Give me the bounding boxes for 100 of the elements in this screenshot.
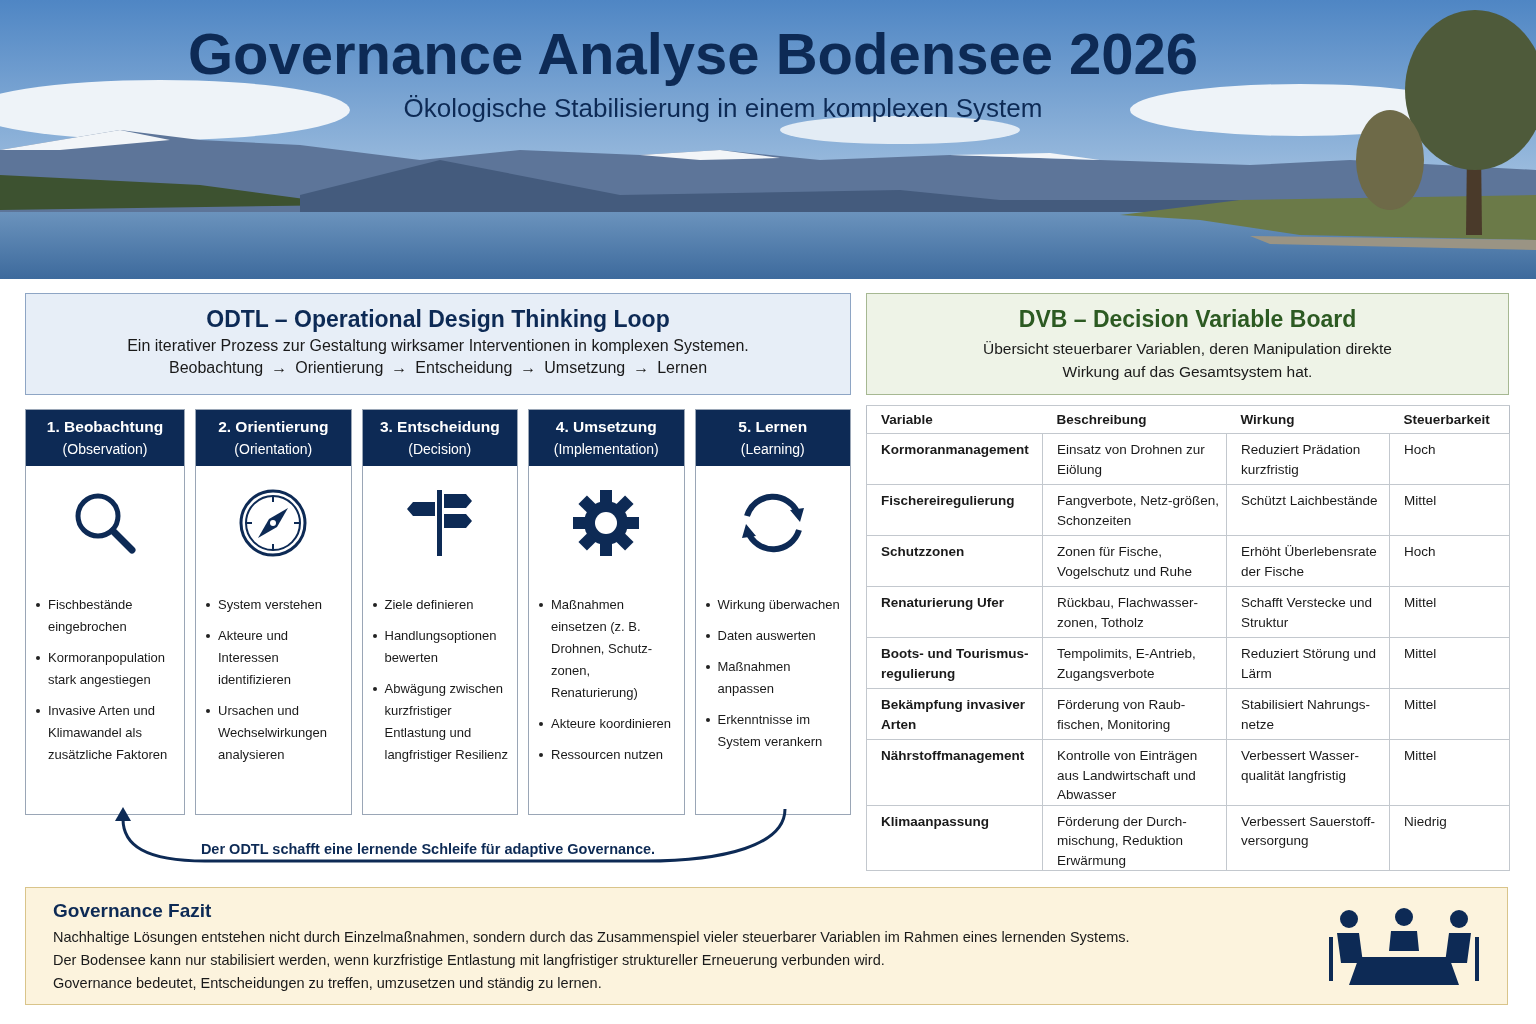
bullet-text: Handlungsoptionen bewerten <box>384 627 498 667</box>
table-cell: Tempolimits, E-Antrieb, Zugangsverbote <box>1042 637 1227 689</box>
bullet-icon <box>36 603 40 607</box>
flow-step-label: Lernen <box>657 359 708 377</box>
flow-step-label: → <box>520 359 537 377</box>
table-cell: Verbessert Wasser-qualität langfristig <box>1226 739 1390 805</box>
bullet-icon <box>36 656 40 660</box>
bullet-icon <box>539 753 543 757</box>
bullet-text: Maßnahmen anpassen <box>717 658 792 698</box>
bullet-icon <box>705 634 710 638</box>
section-description: Ein iterativer Prozess zur Gestaltung wirksamer Interventionen in komplexen Systemen. <box>127 337 749 355</box>
bullet-icon <box>206 603 210 607</box>
table-cell: Klimaanpassung <box>866 805 1043 871</box>
table-cell: Schafft Verstecke und Struktur <box>1226 586 1390 638</box>
flow-step-label: → <box>271 359 288 377</box>
summary-text: Nachhaltige Lösungen entstehen nicht durch Einzelmaßnahmen, sondern durch das Zusammenspiel vieler steuerbarer Variablen im Rahmen eines lernenden Systems. <box>53 927 1131 947</box>
section-title: DVB – Decision Variable Board <box>1018 306 1357 333</box>
loop-caption: Der ODTL schafft eine lernende Schleife für adaptive Governance. <box>200 841 656 857</box>
table-cell: Reduziert Störung und Lärm <box>1226 637 1390 689</box>
gear-icon <box>571 488 642 558</box>
step-title: 2. Orientierung <box>218 417 329 437</box>
table-cell: Renaturierung Ufer <box>866 586 1043 638</box>
table-cell: Förderung der Durch-mischung, Reduktion Erwärmung <box>1042 805 1227 871</box>
bullet-text: Ressourcen nutzen <box>551 746 663 764</box>
table-cell: Hoch <box>1389 433 1510 485</box>
bullet-text: Daten auswerten <box>717 627 816 645</box>
page-subtitle: Ökologische Stabilisierung in einem komplexen System <box>403 93 1043 124</box>
meeting-icon <box>1329 907 1479 987</box>
table-cell: Fischereiregulierung <box>866 484 1043 536</box>
table-cell: Kontrolle von Einträgen aus Landwirtschaft und Abwasser <box>1042 739 1227 805</box>
bullet-icon <box>36 709 40 713</box>
bullet-text: Kormoranpopulation stark angestiegen <box>48 649 167 689</box>
section-title: ODTL – Operational Design Thinking Loop <box>206 306 670 333</box>
bullet-text: Ziele definieren <box>384 596 474 614</box>
step-subtitle: (Learning) <box>740 440 805 459</box>
step-title: 4. Umsetzung <box>555 417 657 437</box>
bullet-icon <box>372 687 377 691</box>
table-cell: Mittel <box>1389 484 1510 536</box>
flow-step-label: → <box>391 359 408 377</box>
table-cell: Mittel <box>1389 688 1510 740</box>
flow-step-label: → <box>633 359 650 377</box>
step-subtitle: (Decision) <box>408 440 472 459</box>
table-cell: Nährstoffmanagement <box>866 739 1043 805</box>
flow-step-label: Umsetzung <box>544 359 626 377</box>
column-header: Wirkung <box>1226 405 1390 434</box>
bullet-icon <box>206 634 210 638</box>
summary-text: Der Bodensee kann nur stabilisiert werden, wenn kurzfristige Entlastung mit langfristiger struktureller Erneuerung verbunden wird. <box>53 950 886 970</box>
bullet-text: Erkenntnisse im System verankern <box>717 711 824 751</box>
step-subtitle: (Observation) <box>62 440 148 459</box>
bullet-text: Ursachen und Wechselwirkungen analysieren <box>218 702 328 764</box>
bullet-icon <box>705 603 710 607</box>
section-description: Übersicht steuerbarer Variablen, deren Manipulation direkte Wirkung auf das Gesamtsystem hat. <box>982 339 1393 382</box>
step-title: 3. Entscheidung <box>379 417 500 437</box>
table-cell: Erhöht Überlebensrate der Fische <box>1226 535 1390 587</box>
table-cell: Einsatz von Drohnen zur Eiölung <box>1042 433 1227 485</box>
bullet-icon <box>372 603 377 607</box>
bullet-icon <box>705 718 710 722</box>
bullet-text: Maßnahmen einsetzen (z. B. Drohnen, Schutz-zonen, Renaturierung) <box>551 596 654 702</box>
bullet-text: Wirkung überwachen <box>717 596 840 614</box>
table-cell: Mittel <box>1389 586 1510 638</box>
bullet-icon <box>705 665 710 669</box>
table-cell: Hoch <box>1389 535 1510 587</box>
page-title: Governance Analyse Bodensee 2026 <box>187 20 1199 87</box>
bullet-text: Abwägung zwischen kurzfristiger Entlastung und langfristiger Resilienz <box>384 680 510 764</box>
section-title: Governance Fazit <box>53 899 213 922</box>
step-title: 1. Beobachtung <box>46 417 164 437</box>
table-cell: Kormoranmanagement <box>866 433 1043 485</box>
table-cell: Förderung von Raub-fischen, Monitoring <box>1042 688 1227 740</box>
column-header: Beschreibung <box>1042 405 1227 434</box>
step-subtitle: (Orientation) <box>234 440 313 459</box>
table-cell: Fangverbote, Netz-größen, Schonzeiten <box>1042 484 1227 536</box>
column-header: Steuerbarkeit <box>1389 405 1510 434</box>
table-cell: Rückbau, Flachwasser-zonen, Totholz <box>1042 586 1227 638</box>
table-cell: Mittel <box>1389 739 1510 805</box>
bullet-text: Akteure koordinieren <box>551 715 671 733</box>
flow-step-label: Orientierung <box>295 359 384 377</box>
bullet-text: Invasive Arten und Klimawandel als zusätzliche Faktoren <box>48 702 169 764</box>
table-cell: Bekämpfung invasiver Arten <box>866 688 1043 740</box>
table-cell: Stabilisiert Nahrungs-netze <box>1226 688 1390 740</box>
flow-step-label: Entscheidung <box>415 359 513 377</box>
table-cell: Schutzzonen <box>866 535 1043 587</box>
table-cell: Mittel <box>1389 637 1510 689</box>
compass-icon <box>238 488 309 558</box>
flow-step-label: Beobachtung <box>168 359 264 377</box>
bullet-icon <box>539 722 543 726</box>
table-cell: Schützt Laichbestände <box>1226 484 1390 536</box>
bullet-icon <box>372 634 377 638</box>
table-cell: Zonen für Fische, Vogelschutz und Ruhe <box>1042 535 1227 587</box>
signpost-icon <box>404 488 475 558</box>
table-cell: Verbessert Sauerstoff-versorgung <box>1226 805 1390 871</box>
step-title: 5. Lernen <box>738 417 808 437</box>
bullet-icon <box>539 603 543 607</box>
bullet-text: Akteure und Interessen identifizieren <box>218 627 292 689</box>
table-cell: Boots- und Tourismus-regulierung <box>866 637 1043 689</box>
bullet-icon <box>206 709 210 713</box>
step-subtitle: (Implementation) <box>553 440 659 459</box>
table-cell: Niedrig <box>1389 805 1510 871</box>
summary-text: Governance bedeutet, Entscheidungen zu treffen, umzusetzen und ständig zu lernen. <box>53 973 603 993</box>
table-cell: Reduziert Prädation kurzfristig <box>1226 433 1390 485</box>
bullet-text: System verstehen <box>218 596 323 614</box>
